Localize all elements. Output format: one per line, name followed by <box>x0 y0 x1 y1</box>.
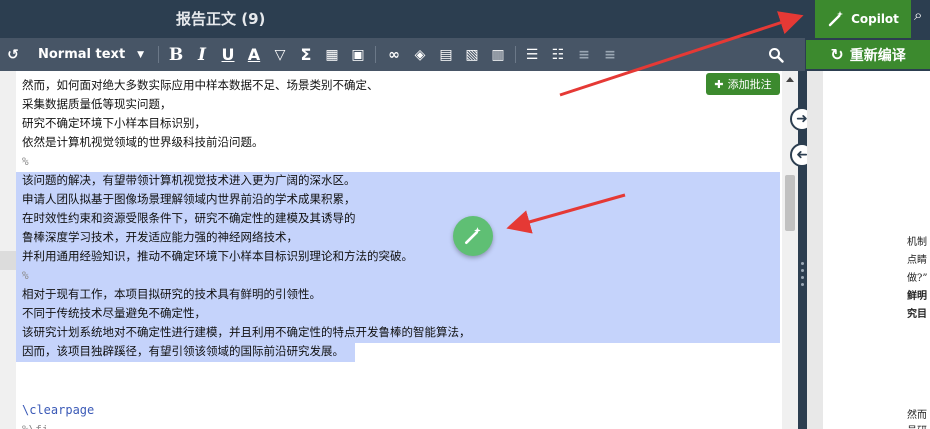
editor-line[interactable]: 鲁棒深度学习技术，开发适应能力强的神经网络技术， <box>22 228 298 247</box>
highlight-icon[interactable]: ▽ <box>270 44 290 65</box>
copilot-floating-button[interactable] <box>453 216 493 256</box>
editor-line[interactable]: 因而，该项目独辟蹊径，有望引领该领域的国际前沿研究发展。 <box>22 342 344 361</box>
pdf-text: 员研 <box>907 422 927 429</box>
title-bar: 报告正文 (9) <box>0 0 930 38</box>
editor-line[interactable]: 依然是计算机视觉领域的世界级科技前沿问题。 <box>22 133 264 152</box>
editor-line[interactable]: 采集数据质量低等现实问题， <box>22 95 172 114</box>
editor-line[interactable]: 研究不确定环境下小样本目标识别， <box>22 114 206 133</box>
copilot-label: Copilot <box>851 12 899 26</box>
editor-line[interactable]: 该研究计划系统地对不确定性进行建模，并且利用不确定性的特点开发鲁棒的智能算法， <box>22 323 471 342</box>
bullet-list-icon[interactable]: ☰ <box>522 44 542 65</box>
font-color-icon[interactable]: A <box>244 44 264 65</box>
indent-icon[interactable]: ≡ <box>600 44 620 65</box>
figure-icon[interactable]: ▧ <box>462 44 482 65</box>
scrollbar-thumb[interactable] <box>785 175 795 231</box>
editor-line[interactable]: 不同于传统技术尽量避免不确定性， <box>22 304 206 323</box>
document-title: 报告正文 (9) <box>176 10 266 28</box>
comment-plus-icon: ✚ <box>714 77 724 91</box>
table-icon[interactable]: ▦ <box>322 44 342 65</box>
editor-line-comment[interactable]: % <box>22 152 29 171</box>
magic-wand-icon <box>828 11 844 27</box>
add-comment-label: 添加批注 <box>727 78 772 91</box>
add-comment-button[interactable]: ✚ 添加批注 <box>706 73 780 95</box>
link-icon[interactable]: ∞ <box>384 44 404 65</box>
chevron-down-icon: ▼ <box>137 49 144 60</box>
bold-icon[interactable]: B <box>166 44 186 65</box>
editor-line[interactable]: 该问题的解决，有望带领计算机视觉技术进入更为广阔的深水区。 <box>22 171 356 190</box>
editor-line-comment[interactable]: % <box>22 266 29 285</box>
pdf-text: 然而 <box>907 410 927 421</box>
toolbar-divider <box>158 46 159 63</box>
app-window: 报告正文 (9) Copilot ⌕ ↺ Normal text ▼ B I U… <box>0 0 930 429</box>
pdf-page <box>823 71 930 429</box>
chat-icon[interactable]: ⌕ <box>914 6 922 24</box>
magnifier-glyph <box>769 47 784 63</box>
toolbar-divider <box>515 46 516 63</box>
recompile-label: 重新编译 <box>849 47 906 64</box>
drag-handle-icon[interactable] <box>801 262 804 290</box>
refresh-icon: ↻ <box>830 45 844 64</box>
tag-icon[interactable]: ◈ <box>410 44 430 65</box>
pdf-text: 鲜明 <box>907 291 927 302</box>
toolbar-divider <box>375 46 376 63</box>
undo-icon[interactable]: ↺ <box>4 44 22 65</box>
text-style-value: Normal text <box>38 47 126 62</box>
pdf-text: 究目 <box>907 309 927 320</box>
editor-line-command[interactable]: \clearpage <box>22 401 94 420</box>
book-icon[interactable]: ▤ <box>436 44 456 65</box>
outdent-icon[interactable]: ≡ <box>574 44 594 65</box>
underline-icon[interactable]: U <box>218 44 238 65</box>
editor-line[interactable]: 并利用通用经验知识，推动不确定环境下小样本目标识别理论和方法的突破。 <box>22 247 413 266</box>
pdf-text: 机制 <box>907 237 927 248</box>
editor-line[interactable]: 申请人团队拟基于图像场景理解领域内世界前沿的学术成果积累， <box>22 190 356 209</box>
recompile-button[interactable]: ↻ 重新编译 <box>806 40 930 69</box>
pdf-text: 做?” <box>907 273 928 284</box>
line-gutter <box>0 71 16 429</box>
search-icon[interactable] <box>766 44 786 65</box>
text-style-dropdown[interactable]: Normal text ▼ <box>30 44 152 65</box>
pdf-text: 点睛 <box>907 255 927 266</box>
scroll-up-icon[interactable] <box>786 77 794 82</box>
current-line-marker <box>0 251 16 270</box>
numbered-list-icon[interactable]: ☷ <box>548 44 568 65</box>
magic-wand-icon <box>465 227 481 244</box>
editor-line[interactable]: 在时效性约束和资源受限条件下，研究不确定性的建模及其诱导的 <box>22 209 356 228</box>
editor-line-comment[interactable]: %\fi <box>22 420 49 429</box>
editor-toolbar: ↺ Normal text ▼ B I U A ▽ Σ ▦ ▣ ∞ ◈ ▤ ▧ … <box>0 38 805 71</box>
italic-icon[interactable]: I <box>192 44 212 65</box>
copilot-button[interactable]: Copilot <box>815 0 911 38</box>
editor-line[interactable]: 然而，如何面对绝大多数实际应用中样本数据不足、场景类别不确定、 <box>22 76 379 95</box>
caption-icon[interactable]: ▥ <box>488 44 508 65</box>
editor-line[interactable]: 相对于现有工作，本项目拟研究的技术具有鲜明的引领性。 <box>22 285 321 304</box>
image-icon[interactable]: ▣ <box>348 44 368 65</box>
sigma-icon[interactable]: Σ <box>296 44 316 65</box>
